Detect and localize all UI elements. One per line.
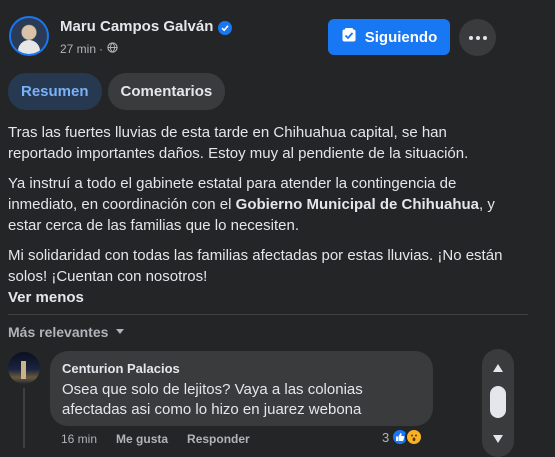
comment-bubble: Centurion Palacios Osea que solo de leji… — [50, 351, 433, 426]
like-comment-button[interactable]: Me gusta — [116, 432, 168, 446]
scroll-thumb[interactable] — [490, 386, 506, 418]
following-label: Siguiendo — [364, 28, 438, 46]
paragraph-text: Mi solidaridad con todas las familias af… — [8, 247, 503, 285]
following-check-icon — [341, 27, 357, 47]
post-paragraph: Tras las fuertes lluvias de esta tarde e… — [8, 124, 469, 162]
see-less-link[interactable]: Ver menos — [8, 289, 84, 306]
meta-separator: · — [99, 42, 104, 56]
post-body: Tras las fuertes lluvias de esta tarde e… — [8, 122, 508, 308]
comment-actions: 16 min Me gusta Responder — [61, 432, 250, 446]
reaction-count: 3 — [382, 429, 390, 445]
post-tabs: Resumen Comentarios — [8, 73, 226, 110]
tab-comentarios[interactable]: Comentarios — [107, 73, 226, 110]
more-dots-icon — [468, 35, 473, 40]
divider — [8, 314, 528, 315]
wow-reaction-icon — [405, 428, 424, 446]
more-options-button[interactable] — [459, 19, 496, 56]
mention-link[interactable]: Gobierno Municipal de Chihuahua — [236, 196, 479, 213]
following-button[interactable]: Siguiendo — [328, 19, 450, 55]
post-paragraph: Mi solidaridad con todas las familias af… — [8, 245, 508, 308]
comment-reactions[interactable]: 3 — [382, 428, 424, 446]
commenter-avatar[interactable] — [8, 352, 40, 384]
post-meta: 27 min · — [60, 42, 118, 56]
scroll-up-icon[interactable] — [492, 360, 504, 378]
scroll-down-icon[interactable] — [492, 431, 504, 449]
commenter-name[interactable]: Centurion Palacios — [62, 361, 421, 376]
chevron-down-icon — [114, 324, 126, 340]
comment-time[interactable]: 16 min — [61, 432, 97, 446]
author-avatar[interactable] — [9, 16, 49, 56]
post-paragraph: Ya instruí a todo el gabinete estatal pa… — [8, 173, 508, 236]
tab-resumen[interactable]: Resumen — [8, 73, 102, 110]
post-time[interactable]: 27 min — [60, 42, 96, 56]
author-name[interactable]: Maru Campos Galván — [60, 18, 213, 35]
sort-label: Más relevantes — [8, 324, 109, 340]
comment-text: Osea que solo de lejitos? Vaya a las col… — [62, 381, 363, 418]
thread-line — [23, 388, 25, 448]
comment-sort-dropdown[interactable]: Más relevantes — [8, 324, 126, 340]
post-header: Maru Campos Galván 27 min · Siguiendo — [0, 0, 555, 70]
globe-icon — [107, 42, 118, 56]
reply-button[interactable]: Responder — [187, 432, 250, 446]
comment-scrollbar[interactable] — [482, 349, 514, 457]
verified-badge-icon — [218, 21, 232, 35]
